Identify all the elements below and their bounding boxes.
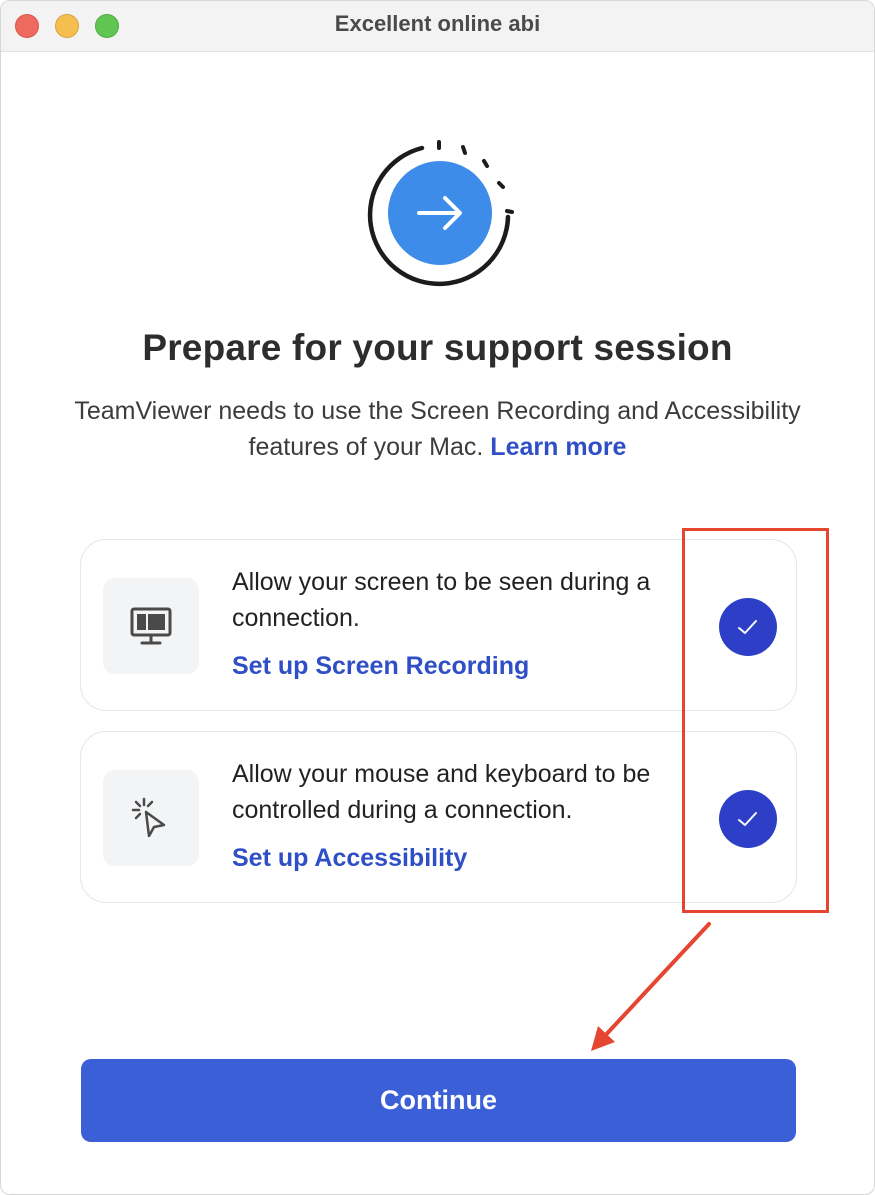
hero-illustration: [359, 137, 519, 297]
window-title: Excellent online abi: [334, 11, 541, 36]
annotation-highlight-box: [682, 528, 829, 913]
setup-screen-recording-link[interactable]: Set up Screen Recording: [232, 652, 529, 681]
session-start-icon: [367, 140, 514, 287]
title-bar: Excellent online abi: [1, 1, 874, 52]
screen-recording-icon-tile: [103, 578, 199, 674]
page-title: Prepare for your support session: [142, 327, 733, 368]
continue-button[interactable]: Continue: [81, 1059, 796, 1142]
setup-accessibility-link[interactable]: Set up Accessibility: [232, 844, 467, 873]
screen-recording-description: Allow your screen to be seen during a co…: [232, 568, 651, 632]
learn-more-link[interactable]: Learn more: [490, 433, 626, 461]
intro-text: TeamViewer needs to use the Screen Recor…: [61, 393, 814, 465]
annotation-arrow: [591, 922, 711, 1051]
cursor-click-icon: [131, 797, 166, 838]
accessibility-icon-tile: [103, 770, 199, 866]
monitor-icon: [130, 607, 172, 645]
accessibility-description: Allow your mouse and keyboard to be cont…: [232, 760, 651, 824]
intro-description: TeamViewer needs to use the Screen Recor…: [74, 397, 801, 461]
dialog-window: Excellent online abi Prepare for your su…: [0, 0, 875, 1195]
